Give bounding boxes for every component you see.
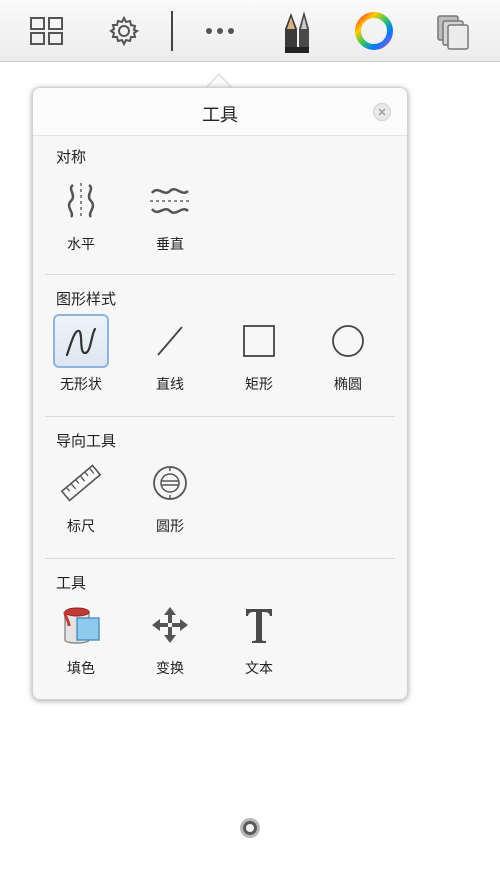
circle-guide-icon (153, 466, 187, 500)
tool-label: 水平 (67, 237, 95, 253)
color-wheel-icon[interactable] (349, 6, 399, 56)
top-toolbar (0, 0, 500, 62)
selected-highlight (53, 314, 109, 368)
close-icon (378, 108, 386, 116)
section-title: 导向工具 (56, 432, 117, 450)
tool-label: 圆形 (156, 519, 184, 535)
ellipse-icon (332, 325, 364, 357)
symmetry-horizontal-icon (67, 183, 95, 219)
ruler-icon (60, 464, 102, 502)
popover-header: 工具 (33, 88, 407, 136)
tool-vertical-symmetry[interactable]: 垂直 (130, 174, 210, 254)
tool-ruler[interactable]: 标尺 (41, 456, 121, 536)
tool-label: 填色 (67, 661, 95, 677)
toolbar-separator (150, 6, 194, 56)
tool-rectangle[interactable]: 矩形 (219, 314, 299, 394)
rectangle-icon (243, 325, 275, 357)
fill-icon (63, 607, 100, 644)
tool-label: 文本 (245, 661, 273, 677)
more-icon[interactable] (195, 6, 245, 56)
popover-title: 工具 (202, 105, 238, 126)
tool-label: 椭圆 (334, 377, 362, 393)
tool-ellipse[interactable]: 椭圆 (308, 314, 388, 394)
tool-horizontal-symmetry[interactable]: 水平 (41, 174, 121, 254)
layers-icon[interactable] (427, 6, 477, 56)
tool-label: 标尺 (67, 519, 95, 535)
tool-circle-guide[interactable]: 圆形 (130, 456, 210, 536)
transform-icon (152, 607, 188, 643)
section-title: 工具 (56, 574, 87, 592)
gear-icon[interactable] (99, 6, 149, 56)
tool-label: 变换 (156, 661, 184, 677)
brush-icon[interactable] (272, 6, 322, 56)
tool-line[interactable]: 直线 (130, 314, 210, 394)
tool-freeform[interactable]: 无形状 (41, 314, 121, 394)
section-title: 对称 (56, 148, 87, 166)
tool-fill[interactable]: 填色 (41, 598, 121, 678)
section-title: 图形样式 (56, 290, 117, 308)
tools-popover: 工具 对称 水平 垂直 图形样式 无形状 直线 矩形 椭圆 导向工具 标尺 圆形… (32, 87, 408, 700)
divider (45, 274, 395, 275)
freeform-icon (65, 327, 97, 357)
symmetry-vertical-icon (150, 188, 190, 214)
line-icon (157, 326, 183, 356)
divider (45, 558, 395, 559)
tool-text[interactable]: 文本 (219, 598, 299, 678)
tool-label: 无形状 (60, 377, 102, 393)
layout-grid-icon[interactable] (22, 6, 72, 56)
close-button[interactable] (373, 103, 391, 121)
text-icon (246, 609, 272, 643)
tool-label: 垂直 (156, 237, 184, 253)
tool-label: 矩形 (245, 377, 273, 393)
home-button[interactable] (239, 817, 261, 839)
tool-transform[interactable]: 变换 (130, 598, 210, 678)
divider (45, 416, 395, 417)
tool-label: 直线 (156, 377, 184, 393)
